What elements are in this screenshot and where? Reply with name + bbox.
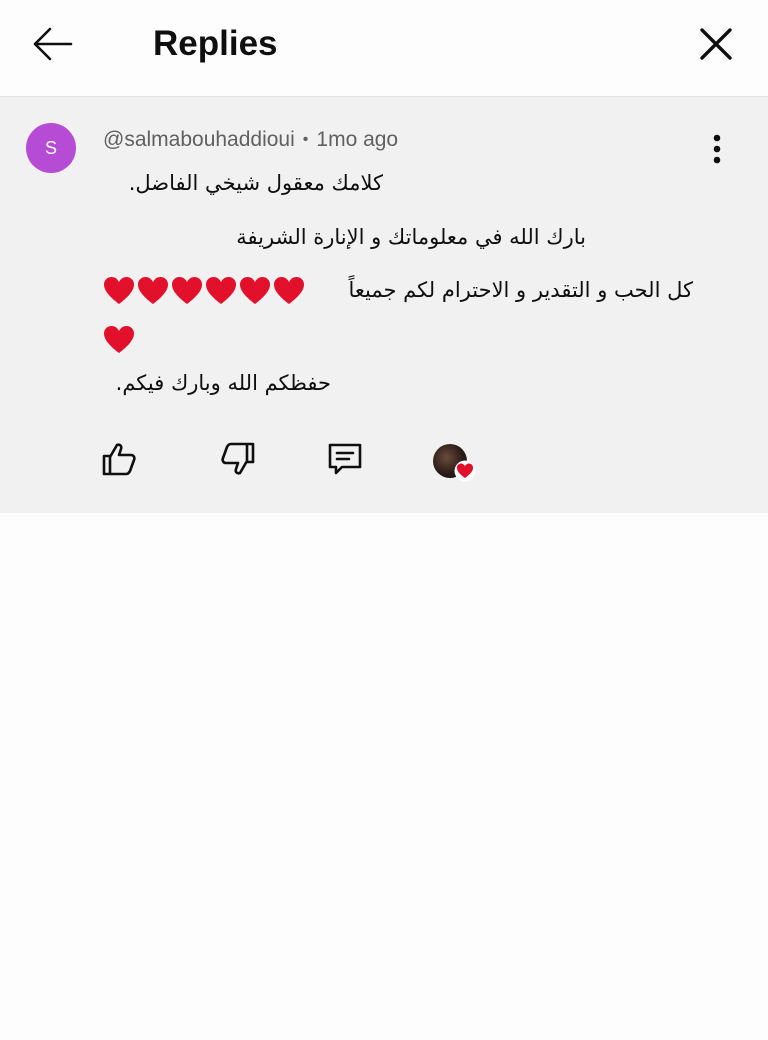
heart-emoji-row (103, 276, 305, 306)
arrow-left-icon (33, 27, 73, 61)
page-title: Replies (153, 24, 278, 63)
heart-emoji-icon (104, 326, 134, 353)
back-button[interactable] (26, 20, 78, 68)
thumbs-up-icon (102, 443, 136, 476)
creator-heart-badge[interactable] (430, 442, 480, 486)
comment-icon (328, 443, 362, 475)
heart-emoji-icon (240, 277, 270, 304)
heart-emoji-icon (138, 277, 168, 304)
thumbs-down-icon (221, 442, 255, 475)
separator-dot: • (302, 131, 309, 148)
comment-meta: @salmabouhaddioui • 1mo ago (103, 125, 398, 155)
close-button[interactable] (692, 20, 740, 68)
heart-emoji-row-2 (103, 325, 135, 355)
heart-emoji-icon (172, 277, 202, 304)
header-bar: Replies (0, 0, 768, 97)
author-handle[interactable]: @salmabouhaddioui (103, 128, 295, 151)
comment-line-2: بارك الله في معلوماتك و الإنارة الشريفة (236, 225, 586, 249)
like-button[interactable] (97, 437, 141, 481)
dislike-button[interactable] (216, 437, 260, 481)
creator-heart-icon (454, 460, 476, 482)
heart-emoji-icon (274, 277, 304, 304)
reply-button[interactable] (323, 437, 367, 481)
comment-time: 1mo ago (316, 128, 399, 151)
comment-thread: S @salmabouhaddioui • 1mo ago كلامك معقول … (0, 97, 768, 513)
comment-actions (0, 437, 768, 487)
heart-emoji-icon (104, 277, 134, 304)
close-icon (700, 28, 732, 60)
more-options-button[interactable] (700, 127, 734, 171)
comment-line-1: كلامك معقول شيخي الفاضل. (128, 171, 383, 195)
avatar[interactable]: S (26, 123, 76, 173)
comment-line-4: حفظكم الله وبارك فيكم. (115, 371, 331, 395)
more-vertical-icon (713, 134, 721, 164)
heart-emoji-icon (206, 277, 236, 304)
